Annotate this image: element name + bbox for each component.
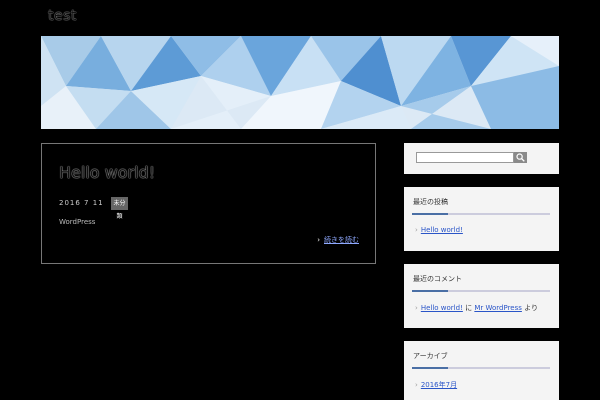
- comment-post-link[interactable]: Hello world!: [421, 304, 463, 312]
- list-item: › Hello world!: [415, 226, 463, 234]
- list-item: › Hello world! に Mr WordPress より: [415, 303, 538, 313]
- arrow-bullet-icon: ›: [415, 381, 418, 389]
- search-button[interactable]: [514, 152, 527, 163]
- post-date: 2016 7 11: [59, 199, 104, 207]
- category-badge[interactable]: 未分類: [111, 197, 128, 220]
- comment-suffix: より: [524, 304, 539, 312]
- divider: [412, 367, 550, 369]
- widget-heading: 最近のコメント: [413, 275, 462, 283]
- post-excerpt: WordPress: [59, 218, 96, 226]
- post-card: Hello world! 2016 7 11 未分類 WordPress › 続き…: [41, 143, 376, 264]
- arrow-bullet-icon: ›: [415, 304, 418, 312]
- recent-comments-widget: 最近のコメント › Hello world! に Mr WordPress より: [404, 264, 559, 328]
- arrow-bullet-icon: ›: [415, 226, 418, 234]
- widget-heading: 最近の投稿: [413, 198, 448, 206]
- search-input[interactable]: [416, 152, 514, 163]
- archives-widget: アーカイブ › 2016年7月: [404, 341, 559, 400]
- comment-author-link[interactable]: Mr WordPress: [474, 304, 522, 312]
- recent-post-link[interactable]: Hello world!: [421, 226, 463, 234]
- recent-posts-widget: 最近の投稿 › Hello world!: [404, 187, 559, 251]
- read-more-label: 続きを読む: [324, 236, 359, 244]
- archive-link[interactable]: 2016年7月: [421, 381, 457, 389]
- chevron-right-icon: ›: [317, 236, 320, 244]
- header-image: [41, 36, 559, 129]
- list-item: › 2016年7月: [415, 380, 457, 390]
- divider: [412, 290, 550, 292]
- comment-sep: に: [465, 304, 473, 312]
- widget-heading: アーカイブ: [413, 352, 448, 360]
- search-widget: [404, 143, 559, 174]
- search-icon: [516, 153, 525, 162]
- read-more-link[interactable]: › 続きを読む: [317, 235, 359, 245]
- post-title[interactable]: Hello world!: [59, 163, 155, 182]
- site-title[interactable]: test: [48, 8, 77, 24]
- divider: [412, 213, 550, 215]
